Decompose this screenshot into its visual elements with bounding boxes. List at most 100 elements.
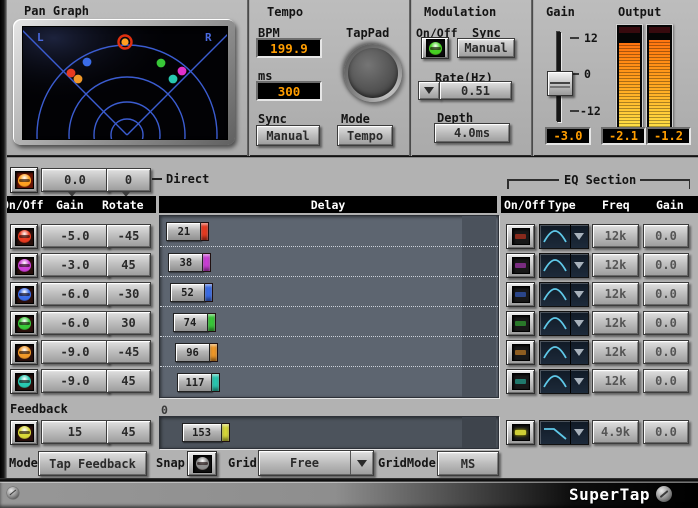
eq2-type-dropdown[interactable] xyxy=(539,253,589,278)
gain-slider-thumb[interactable] xyxy=(547,71,573,96)
tap3-gain-button[interactable]: -6.0 xyxy=(41,282,109,306)
eq1-freq-button[interactable]: 12k xyxy=(592,224,639,248)
grid-dropdown-arrow[interactable] xyxy=(350,451,373,475)
tap3-delay-handle[interactable]: 52 xyxy=(169,283,213,302)
eq3-gain-button[interactable]: 0.0 xyxy=(643,282,689,306)
mod-rate-value[interactable]: 0.51 xyxy=(439,81,512,100)
ms-display[interactable]: 300 xyxy=(256,81,322,101)
eq4-led xyxy=(515,321,526,326)
chevron-down-icon[interactable] xyxy=(570,341,587,364)
tap5-delay-track[interactable]: 96 xyxy=(160,336,498,367)
eq5-onoff-button[interactable] xyxy=(506,340,535,365)
eq-feedback-onoff-button[interactable] xyxy=(506,420,535,445)
chevron-down-icon[interactable] xyxy=(570,312,587,335)
bpm-display[interactable]: 199.9 xyxy=(256,38,322,58)
tap4-delay-track[interactable]: 74 xyxy=(160,306,498,337)
tap4-gain-button[interactable]: -6.0 xyxy=(41,311,109,335)
snap-led-button[interactable] xyxy=(187,451,217,476)
eq4-gain-button[interactable]: 0.0 xyxy=(643,311,689,335)
chevron-down-icon[interactable] xyxy=(570,254,587,277)
tap5-onoff-led-button[interactable] xyxy=(10,340,38,365)
header-eq-onoff: On/Off xyxy=(504,197,546,212)
pan-graph-display[interactable]: L R xyxy=(22,26,228,140)
tap2-gain-button[interactable]: -3.0 xyxy=(41,253,109,277)
eq1-gain-button[interactable]: 0.0 xyxy=(643,224,689,248)
tap3-onoff-led-button[interactable] xyxy=(10,282,38,307)
waves-rotate-icon[interactable] xyxy=(656,486,672,502)
mod-rate-arrow-button[interactable] xyxy=(418,81,440,100)
eq6-onoff-button[interactable] xyxy=(506,369,535,394)
tap4-rotate-button[interactable]: 30 xyxy=(106,311,151,335)
eq3-onoff-button[interactable] xyxy=(506,282,535,307)
eq5-type-dropdown[interactable] xyxy=(539,340,589,365)
tap2-onoff-led-button[interactable] xyxy=(10,253,38,278)
mod-sync-button[interactable]: Manual xyxy=(457,38,515,58)
eq2-gain-button[interactable]: 0.0 xyxy=(643,253,689,277)
eq-feedback-freq-button[interactable]: 4.9k xyxy=(592,420,639,444)
tap6-rotate-button[interactable]: 45 xyxy=(106,369,151,393)
mod-depth-button[interactable]: 4.0ms xyxy=(434,123,510,143)
direct-gain-button[interactable]: 0.0 xyxy=(41,168,109,192)
tap3-delay-track[interactable]: 52 xyxy=(160,276,498,307)
tap5-gain-button[interactable]: -9.0 xyxy=(41,340,109,364)
chevron-down-icon[interactable] xyxy=(570,225,587,248)
tappad-knob[interactable] xyxy=(344,44,402,102)
gridmode-button[interactable]: MS xyxy=(437,451,499,476)
feedback-onoff-led-button[interactable] xyxy=(10,420,38,445)
grid-dropdown[interactable]: Free xyxy=(258,450,374,476)
chevron-down-icon[interactable] xyxy=(570,370,587,393)
direct-onoff-led-button[interactable] xyxy=(10,167,38,193)
mode-button[interactable]: Tap Feedback xyxy=(38,451,147,476)
chevron-down-icon[interactable] xyxy=(570,421,587,444)
tap2-delay-handle[interactable]: 38 xyxy=(168,253,212,272)
header-delay: Delay xyxy=(310,197,346,212)
feedback-delay-area[interactable]: 153 xyxy=(159,416,499,449)
tempo-sync-button[interactable]: Manual xyxy=(256,125,320,146)
tap5-delay-handle[interactable]: 96 xyxy=(175,343,219,362)
tap1-rotate-button[interactable]: -45 xyxy=(106,224,151,248)
tap4-delay-handle[interactable]: 74 xyxy=(172,313,216,332)
feedback-gain-button[interactable]: 15 xyxy=(41,420,109,444)
tap6-delay-handle[interactable]: 117 xyxy=(177,373,221,392)
eq6-gain-button[interactable]: 0.0 xyxy=(643,369,689,393)
tap6-gain-button[interactable]: -9.0 xyxy=(41,369,109,393)
snap-led xyxy=(195,457,209,470)
eq4-type-dropdown[interactable] xyxy=(539,311,589,336)
mod-onoff-led-button[interactable] xyxy=(421,37,449,59)
eq4-freq-button[interactable]: 12k xyxy=(592,311,639,335)
eq6-freq-button[interactable]: 12k xyxy=(592,369,639,393)
eq1-onoff-button[interactable] xyxy=(506,224,535,249)
tempo-mode-button[interactable]: Tempo xyxy=(337,125,393,146)
eq-feedback-type-dropdown[interactable] xyxy=(539,420,589,445)
feedback-rotate-button[interactable]: 45 xyxy=(106,420,151,444)
tap1-gain-button[interactable]: -5.0 xyxy=(41,224,109,248)
header-gain: Gain xyxy=(56,197,84,212)
eq-section-bracket: EQ Section xyxy=(507,171,690,189)
tap3-rotate-button[interactable]: -30 xyxy=(106,282,151,306)
tap2-delay-track[interactable]: 38 xyxy=(160,246,498,277)
tap6-onoff-led-button[interactable] xyxy=(10,369,38,394)
plugin-brand: SuperTap xyxy=(568,485,650,504)
meter-right-bar xyxy=(649,40,670,127)
tap1-delay-track[interactable]: 21 xyxy=(160,216,498,246)
tap1-delay-handle[interactable]: 21 xyxy=(166,222,210,241)
eq5-freq-button[interactable]: 12k xyxy=(592,340,639,364)
tap1-onoff-led-button[interactable] xyxy=(10,224,38,249)
eq6-type-dropdown[interactable] xyxy=(539,369,589,394)
chevron-down-icon[interactable] xyxy=(570,283,587,306)
tap2-rotate-button[interactable]: 45 xyxy=(106,253,151,277)
tap5-rotate-button[interactable]: -45 xyxy=(106,340,151,364)
tap6-delay-track[interactable]: 117 xyxy=(160,366,498,397)
eq3-type-dropdown[interactable] xyxy=(539,282,589,307)
waves-rotate-icon[interactable] xyxy=(7,487,19,499)
eq1-type-dropdown[interactable] xyxy=(539,224,589,249)
direct-rotate-button[interactable]: 0 xyxy=(106,168,151,192)
eq-feedback-gain-button[interactable]: 0.0 xyxy=(643,420,689,444)
feedback-delay-handle[interactable]: 153 xyxy=(181,423,230,442)
eq2-freq-button[interactable]: 12k xyxy=(592,253,639,277)
tap4-onoff-led-button[interactable] xyxy=(10,311,38,336)
eq5-gain-button[interactable]: 0.0 xyxy=(643,340,689,364)
eq4-onoff-button[interactable] xyxy=(506,311,535,336)
eq3-freq-button[interactable]: 12k xyxy=(592,282,639,306)
eq2-onoff-button[interactable] xyxy=(506,253,535,278)
